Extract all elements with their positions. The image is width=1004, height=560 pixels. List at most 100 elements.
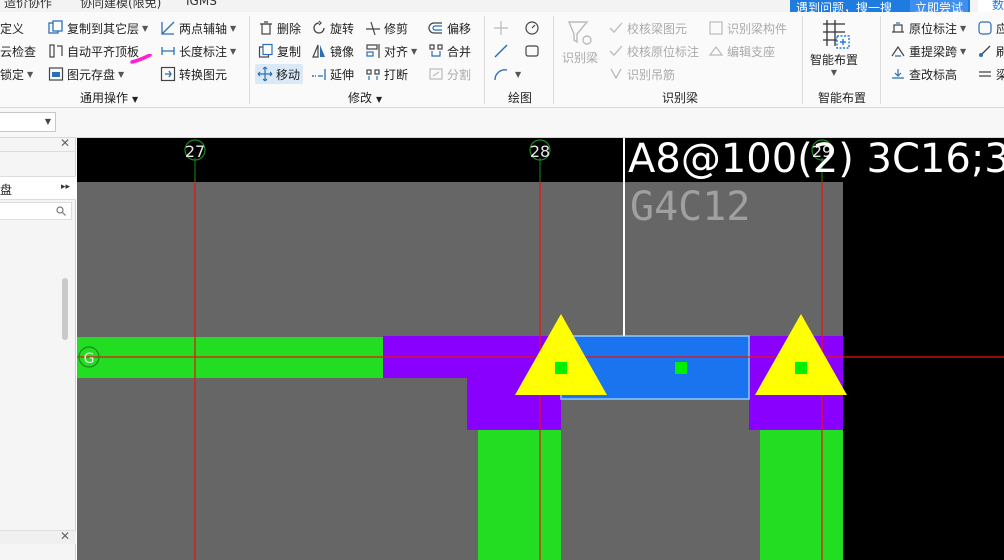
draw-group-label: 绘图 <box>508 91 533 105</box>
re-extract-icon <box>890 43 906 59</box>
green-column-right[interactable] <box>760 430 843 560</box>
beam-button[interactable]: 梁 <box>977 64 1004 84</box>
length-dim-button[interactable]: 长度标注 ▼ <box>160 41 236 61</box>
move-button[interactable]: 移动 <box>255 64 304 84</box>
merge-button[interactable]: 合并 <box>428 41 471 61</box>
auto-align-top-button[interactable]: 自动平齐顶板 <box>48 41 139 61</box>
smart-layout-button[interactable]: 智能布置 ▼ <box>806 18 862 77</box>
chevron-down-icon: ▼ <box>830 68 838 77</box>
panel-scrollbar[interactable] <box>62 278 68 340</box>
convert-element-button[interactable]: 转换图元 <box>160 64 227 84</box>
group-divider <box>880 16 881 104</box>
tab-collab-model[interactable]: 协同建模(限免) <box>80 0 161 11</box>
app-window: 造价协作 协同建模(限免) IGMS 遇到问题，搜一搜 立即尝试 数 定义 云检… <box>0 0 1004 560</box>
grip-point-mid[interactable] <box>675 362 687 374</box>
close-icon[interactable]: ✕ <box>60 529 70 543</box>
split-icon <box>428 66 444 82</box>
align-button[interactable]: 对齐 ▼ <box>365 41 417 61</box>
split-button[interactable]: 分割 <box>428 64 471 84</box>
left-panel: ✕ 盘 ▸▸ ✕ <box>0 136 76 560</box>
close-icon[interactable]: ✕ <box>60 136 70 150</box>
two-point-axis-button[interactable]: 两点辅轴 ▼ <box>160 18 236 38</box>
lock-button[interactable]: 锁定 ▼ <box>0 64 33 84</box>
cloud-check-button[interactable]: 云检查 <box>0 41 36 61</box>
modify-group-label[interactable]: 修改 ▼ <box>348 89 382 106</box>
rebar-annotation-text[interactable]: A8@100(2) 3C16;3 <box>628 138 1004 182</box>
circle-tool-button[interactable] <box>524 18 543 38</box>
align-top-icon <box>48 43 64 59</box>
check-beam-button[interactable]: 校核梁图元 <box>608 18 687 38</box>
identify-hanger-button[interactable]: 识别吊筋 <box>608 64 675 84</box>
grip-point-start[interactable] <box>555 362 567 374</box>
grip-point-end[interactable] <box>795 362 807 374</box>
dimension-icon <box>160 43 176 59</box>
brush-button[interactable]: 刷 <box>977 41 1004 61</box>
check-original-icon <box>608 43 624 59</box>
move-icon <box>257 66 273 82</box>
arc-tool-button[interactable]: ▼ <box>493 64 521 84</box>
convert-icon <box>160 66 176 82</box>
offset-icon <box>428 20 444 36</box>
axis-label-27: 27 <box>185 142 205 161</box>
copy-button[interactable]: 复制 <box>258 41 301 61</box>
expand-icon[interactable]: ▸▸ <box>61 182 70 192</box>
mirror-icon <box>311 43 327 59</box>
panel-footer: ✕ <box>0 529 76 544</box>
identify-beam-group-label: 识别梁 <box>662 91 699 105</box>
floor-select[interactable]: ▼ <box>0 112 56 132</box>
chevron-down-icon: ▼ <box>960 23 967 33</box>
tab-cost-collab[interactable]: 造价协作 <box>4 0 52 11</box>
copy-floor-icon <box>48 20 64 36</box>
beam-name-text[interactable]: G4C12 <box>630 184 750 230</box>
smart-layout-group-label: 智能布置 <box>818 91 867 105</box>
align-icon <box>365 43 381 59</box>
rectangle-icon <box>524 43 540 59</box>
group-divider <box>249 16 250 104</box>
rotate-icon <box>311 20 327 36</box>
delete-button[interactable]: 删除 <box>258 18 301 38</box>
axis-label-28: 28 <box>530 142 550 161</box>
break-button[interactable]: 打断 <box>365 64 408 84</box>
edit-support-button[interactable]: 编辑支座 <box>708 41 775 61</box>
tab-igms[interactable]: IGMS <box>186 0 217 8</box>
point-tool-button[interactable] <box>493 18 512 38</box>
panel-item[interactable]: 盘 ▸▸ <box>0 176 76 200</box>
group-divider <box>484 16 485 104</box>
green-column-left[interactable] <box>478 430 561 560</box>
panel-search-input[interactable] <box>0 202 72 220</box>
identify-component-button[interactable]: 识别梁构件 <box>708 18 787 38</box>
chevron-down-icon: ▼ <box>411 46 418 56</box>
rotate-button[interactable]: 旋转 <box>311 18 354 38</box>
general-ops-group-label[interactable]: 通用操作 ▼ <box>80 89 138 106</box>
re-extract-span-button[interactable]: 重提梁跨 ▼ <box>890 41 966 61</box>
circle-icon <box>524 20 540 36</box>
support-icon <box>708 43 724 59</box>
mirror-button[interactable]: 镜像 <box>311 41 354 61</box>
axis-icon <box>160 20 176 36</box>
trim-button[interactable]: 修剪 <box>365 18 408 38</box>
line-icon <box>493 43 509 59</box>
original-label-button[interactable]: 原位标注 ▼ <box>890 18 966 38</box>
identify-beam-button[interactable]: 识别梁 <box>560 18 600 66</box>
define-button[interactable]: 定义 <box>0 18 24 38</box>
apply-button[interactable]: 应 <box>977 18 1004 38</box>
group-divider <box>553 16 554 104</box>
copy-to-floor-button[interactable]: 复制到其它层 ▼ <box>48 18 148 38</box>
brush-icon <box>977 43 993 59</box>
panel-header: ✕ <box>0 136 76 152</box>
save-element-button[interactable]: 图元存盘 ▼ <box>48 64 124 84</box>
extend-icon <box>311 66 327 82</box>
extend-button[interactable]: 延伸 <box>311 64 354 84</box>
drawing-canvas[interactable]: 27 28 29 G A8@100(2) 3C16;3 G4C12 <box>77 138 1004 560</box>
offset-button[interactable]: 偏移 <box>428 18 471 38</box>
beam-icon <box>977 66 993 82</box>
save-element-icon <box>48 66 64 82</box>
group-divider <box>802 16 803 104</box>
chevron-down-icon: ▼ <box>515 69 522 79</box>
line-tool-button[interactable] <box>493 41 512 61</box>
property-toolbar: ▼ <box>0 108 1004 138</box>
check-original-button[interactable]: 校核原位标注 <box>608 41 699 61</box>
check-elevation-button[interactable]: 查改标高 <box>890 64 957 84</box>
rect-tool-button[interactable] <box>524 41 543 61</box>
search-icon <box>56 206 66 216</box>
